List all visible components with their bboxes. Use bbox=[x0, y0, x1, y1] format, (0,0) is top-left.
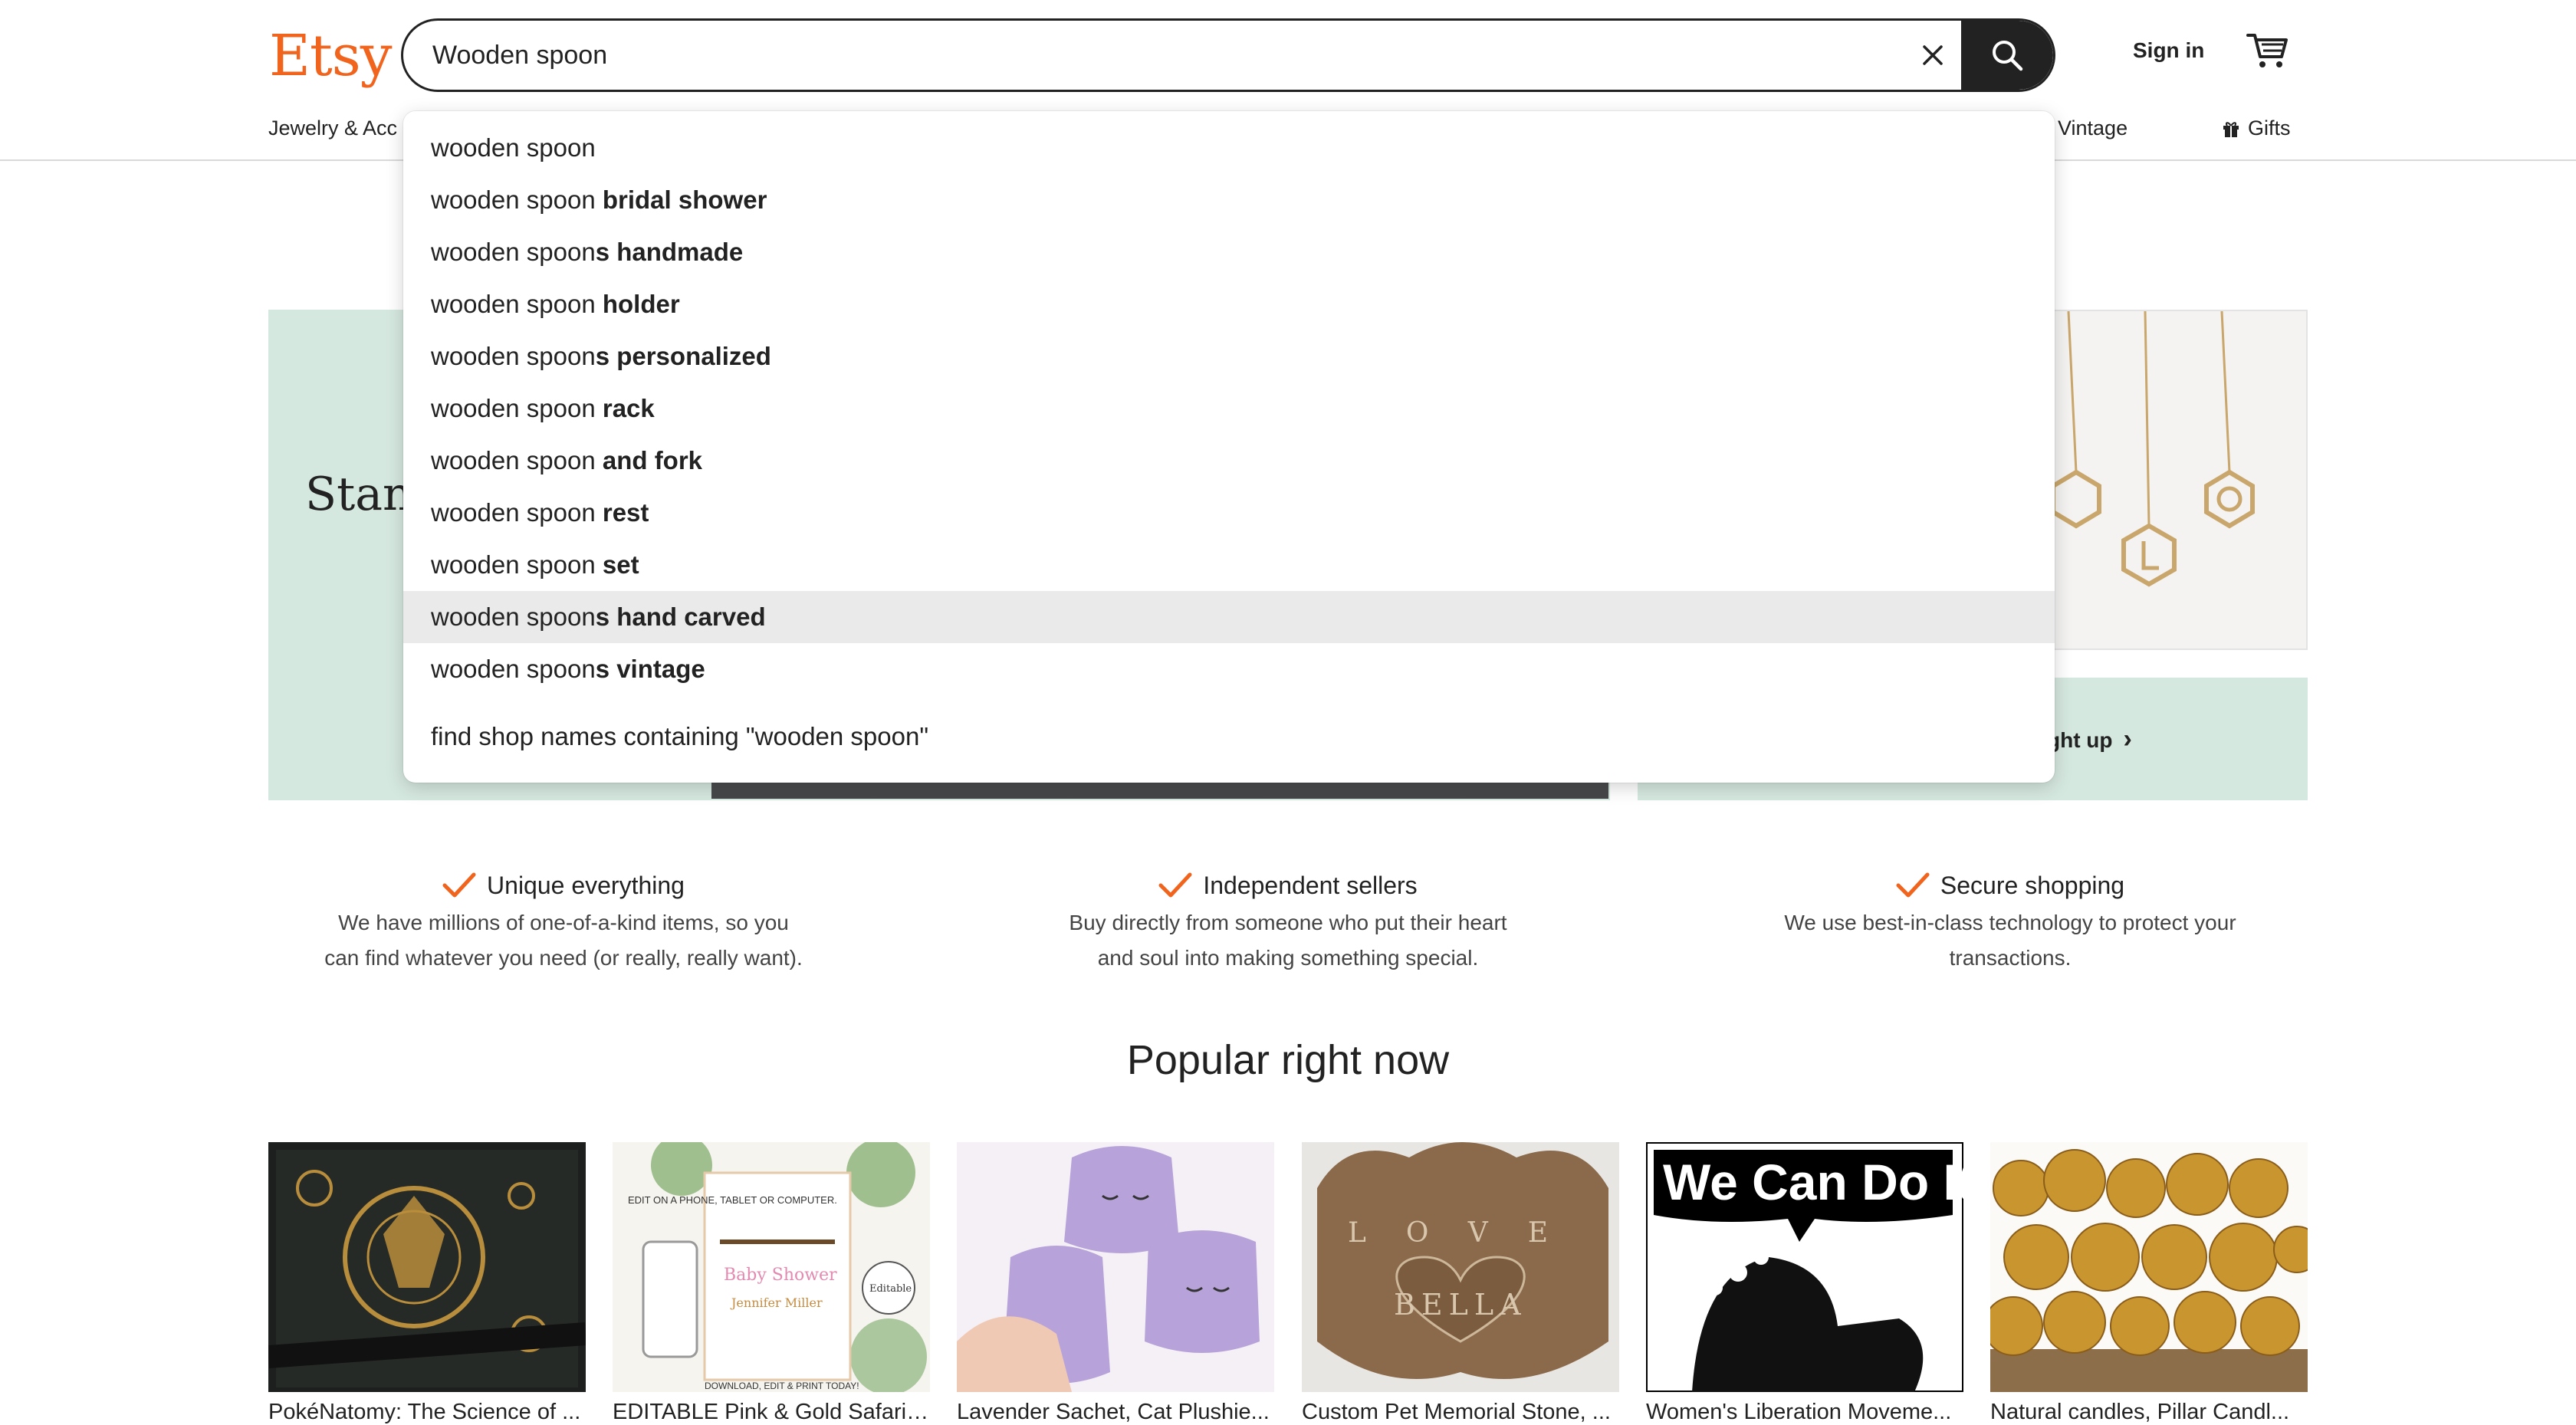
popular-item-title[interactable]: EDITABLE Pink & Gold Safari ... bbox=[613, 1400, 930, 1425]
search-bar bbox=[401, 18, 2055, 92]
gift-icon bbox=[2223, 121, 2239, 137]
suggestion-prefix: wooden spoon bbox=[431, 290, 603, 318]
popular-item-title[interactable]: Custom Pet Memorial Stone, ... bbox=[1302, 1400, 1619, 1425]
popular-item-card[interactable]: PokéNatomy: The Science of ... bbox=[268, 1142, 586, 1424]
suggestion-completion: bridal shower bbox=[602, 186, 767, 214]
popular-section-title: Popular right now bbox=[1126, 1037, 1450, 1083]
value-prop-title: Independent sellers bbox=[1203, 871, 1418, 899]
suggestion-item[interactable]: wooden spoons handmade bbox=[403, 226, 2055, 278]
suggestion-completion: s hand carved bbox=[595, 603, 766, 631]
popular-item-card[interactable]: Natural candles, Pillar Candl... bbox=[1990, 1142, 2308, 1424]
svg-text:We Can Do It!: We Can Do It! bbox=[1663, 1154, 1963, 1210]
clear-search-button[interactable] bbox=[1912, 34, 1953, 76]
product-image: Baby Shower Jennifer Miller EDIT ON A PH… bbox=[613, 1142, 930, 1392]
product-image bbox=[957, 1142, 1274, 1392]
suggestion-item[interactable]: wooden spoon bridal shower bbox=[403, 174, 2055, 226]
search-suggestions-dropdown: wooden spoon wooden spoon bridal shower wo… bbox=[403, 111, 2055, 783]
search-input[interactable] bbox=[432, 21, 1889, 90]
value-prop-title: Secure shopping bbox=[1940, 871, 2125, 899]
suggestion-item[interactable]: wooden spoon rack bbox=[403, 383, 2055, 435]
suggestion-completion: rest bbox=[602, 498, 649, 527]
check-icon bbox=[442, 872, 476, 898]
popular-item-title[interactable]: PokéNatomy: The Science of ... bbox=[268, 1400, 586, 1425]
suggestion-completion: and fork bbox=[602, 446, 703, 474]
suggestion-prefix: wooden spoon bbox=[431, 550, 603, 579]
popular-item-card[interactable]: We Can Do It! Women's Liberation Moveme.… bbox=[1646, 1142, 1963, 1424]
value-prop-text-line: and soul into making something special. bbox=[1097, 946, 1479, 970]
suggestion-item[interactable]: wooden spoons hand carved bbox=[403, 591, 2055, 643]
suggestion-completion: s handmade bbox=[595, 238, 744, 266]
suggestion-prefix: wooden spoon bbox=[431, 603, 596, 631]
value-prop-title: Unique everything bbox=[487, 871, 685, 899]
suggestion-completion: set bbox=[602, 550, 639, 579]
suggestion-prefix: wooden spoon bbox=[431, 394, 603, 422]
check-icon bbox=[1896, 872, 1930, 898]
value-prop-sellers: Independent sellers Buy directly from so… bbox=[981, 866, 1595, 975]
search-icon bbox=[1993, 41, 2023, 71]
suggestion-prefix: wooden spoon bbox=[431, 655, 596, 683]
suggestion-item[interactable]: wooden spoons personalized bbox=[403, 330, 2055, 383]
suggestion-item[interactable]: wooden spoon set bbox=[403, 539, 2055, 591]
close-icon bbox=[1923, 45, 1943, 65]
shop-name-search-suggestion[interactable]: find shop names containing "wooden spoon… bbox=[403, 711, 2055, 763]
popular-item-card[interactable]: Baby Shower Jennifer Miller EDIT ON A PH… bbox=[613, 1142, 930, 1424]
suggestion-prefix: wooden spoon bbox=[431, 342, 596, 370]
product-image: We Can Do It! bbox=[1646, 1142, 1963, 1392]
suggestion-prefix: wooden spoon bbox=[431, 238, 596, 266]
suggestion-completion: s vintage bbox=[595, 655, 705, 683]
popular-item-title[interactable]: Women's Liberation Moveme... bbox=[1646, 1400, 1963, 1425]
cart-button[interactable] bbox=[2246, 31, 2289, 71]
svg-text:Baby Shower: Baby Shower bbox=[724, 1266, 837, 1285]
value-prop-text-line: We use best-in-class technology to prote… bbox=[1784, 911, 2236, 934]
popular-item-title[interactable]: Lavender Sachet, Cat Plushie... bbox=[957, 1400, 1274, 1425]
sign-in-link[interactable]: Sign in bbox=[2133, 38, 2204, 63]
suggestion-item[interactable]: wooden spoon bbox=[403, 122, 2055, 174]
svg-text:Editable: Editable bbox=[869, 1283, 912, 1295]
nav-gifts-label: Gifts bbox=[2248, 117, 2291, 140]
value-prop-text-line: Buy directly from someone who put their … bbox=[1069, 911, 1507, 934]
product-image bbox=[1990, 1142, 2308, 1392]
svg-text:DOWNLOAD, EDIT & PRINT TODAY!: DOWNLOAD, EDIT & PRINT TODAY! bbox=[705, 1381, 859, 1391]
value-prop-text-line: We have millions of one-of-a-kind items,… bbox=[338, 911, 789, 934]
suggestion-prefix: wooden spoon bbox=[431, 498, 603, 527]
value-prop-text-line: can find whatever you need (or really, r… bbox=[324, 946, 803, 970]
cart-icon bbox=[2246, 34, 2288, 67]
value-prop-unique: Unique everything We have millions of on… bbox=[257, 866, 870, 975]
check-icon bbox=[1158, 872, 1192, 898]
value-prop-secure: Secure shopping We use best-in-class tec… bbox=[1704, 866, 2317, 975]
popular-item-card[interactable]: LOVE BELLA Custom Pet Memorial Stone, ..… bbox=[1302, 1142, 1619, 1424]
hero-title: Stand bbox=[305, 468, 419, 521]
svg-text:EDIT ON A PHONE, TABLET OR COM: EDIT ON A PHONE, TABLET OR COMPUTER. bbox=[628, 1194, 837, 1206]
suggestion-completion: s personalized bbox=[595, 342, 771, 370]
suggestion-item[interactable]: wooden spoon holder bbox=[403, 278, 2055, 330]
hero-cta-link[interactable]: ght up bbox=[2047, 724, 2132, 754]
product-image bbox=[268, 1142, 586, 1392]
suggestion-prefix: wooden spoon bbox=[431, 446, 603, 474]
nav-item-jewelry[interactable]: Jewelry & Acc bbox=[268, 117, 397, 140]
svg-text:Jennifer Miller: Jennifer Miller bbox=[730, 1295, 823, 1310]
search-button[interactable] bbox=[1961, 21, 2053, 90]
value-prop-text-line: transactions. bbox=[1949, 946, 2072, 970]
suggestion-prefix: wooden spoon bbox=[431, 186, 603, 214]
nav-item-vintage[interactable]: Vintage bbox=[2058, 117, 2128, 140]
suggestion-completion: holder bbox=[602, 290, 680, 318]
popular-item-card[interactable]: Lavender Sachet, Cat Plushie... bbox=[957, 1142, 1274, 1424]
suggestion-item[interactable]: wooden spoons vintage bbox=[403, 643, 2055, 695]
nav-item-gifts[interactable]: Gifts bbox=[2222, 117, 2291, 140]
product-image: LOVE BELLA bbox=[1302, 1142, 1619, 1392]
suggestion-prefix: wooden spoon bbox=[431, 133, 596, 162]
suggestion-item[interactable]: wooden spoon rest bbox=[403, 487, 2055, 539]
popular-item-title[interactable]: Natural candles, Pillar Candl... bbox=[1990, 1400, 2308, 1425]
suggestion-item[interactable]: wooden spoon and fork bbox=[403, 435, 2055, 487]
svg-text:BELLA: BELLA bbox=[1394, 1288, 1527, 1322]
suggestion-completion: rack bbox=[602, 394, 655, 422]
svg-text:LOVE: LOVE bbox=[1348, 1217, 1588, 1249]
etsy-logo[interactable]: Etsy bbox=[269, 21, 393, 90]
